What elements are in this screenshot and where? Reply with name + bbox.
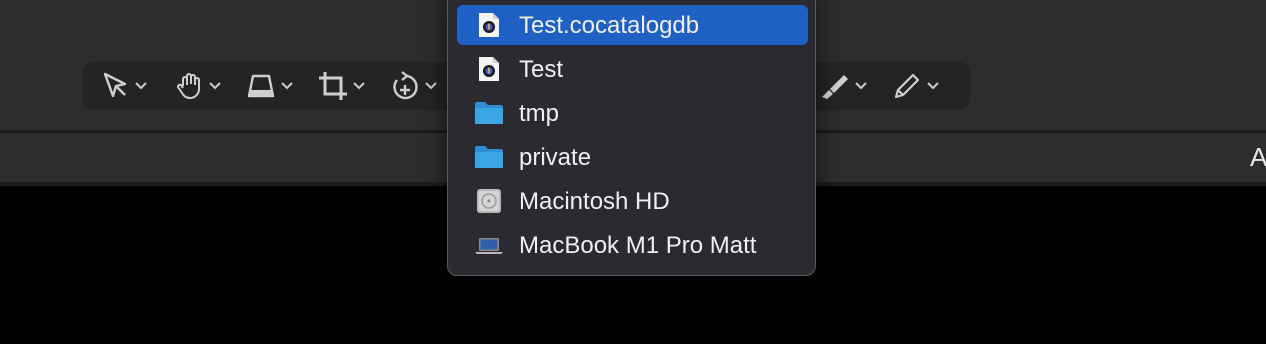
- rotate-plus-icon: [389, 70, 421, 102]
- select-tool-button[interactable]: [101, 62, 147, 110]
- pen-tool-button[interactable]: [891, 62, 939, 110]
- brush-tool-button[interactable]: [819, 62, 867, 110]
- chevron-down-icon: [425, 82, 437, 90]
- hard-drive-icon: [474, 188, 504, 214]
- cursor-arrow-icon: [101, 71, 131, 101]
- folder-icon: [474, 144, 504, 170]
- pan-tool-button[interactable]: [175, 62, 221, 110]
- keystone-icon: [245, 71, 277, 101]
- menu-item-label: Macintosh HD: [519, 188, 670, 215]
- menu-item-macintosh-hd[interactable]: Macintosh HD: [457, 181, 808, 221]
- catalog-file-icon: [474, 56, 504, 82]
- pencil-icon: [891, 71, 923, 101]
- catalog-file-icon: [474, 12, 504, 38]
- menu-item-test-cocatalogdb[interactable]: Test.cocatalogdb: [457, 5, 808, 45]
- chevron-down-icon: [209, 82, 221, 90]
- hand-icon: [175, 71, 205, 101]
- chevron-down-icon: [927, 82, 939, 90]
- perspective-tool-button[interactable]: [245, 62, 293, 110]
- brush-icon: [819, 71, 851, 101]
- menu-item-label: MacBook M1 Pro Matt: [519, 232, 757, 259]
- menu-item-tmp[interactable]: tmp: [457, 93, 808, 133]
- crop-icon: [317, 70, 349, 102]
- menu-item-test[interactable]: Test: [457, 49, 808, 89]
- menu-item-label: Test.cocatalogdb: [519, 12, 700, 39]
- subbar-trailing-text: A: [1250, 142, 1266, 172]
- menu-item-label: private: [519, 144, 592, 171]
- menu-item-label: tmp: [519, 100, 560, 127]
- menu-item-private[interactable]: private: [457, 137, 808, 177]
- rotate-tool-button[interactable]: [389, 62, 437, 110]
- menu-item-label: Test: [519, 56, 564, 83]
- chevron-down-icon: [281, 82, 293, 90]
- menu-item-macbook[interactable]: MacBook M1 Pro Matt: [457, 225, 808, 265]
- path-popup-menu: Test.cocatalogdb Test tmp private Macint…: [447, 0, 816, 276]
- chevron-down-icon: [135, 82, 147, 90]
- chevron-down-icon: [353, 82, 365, 90]
- folder-icon: [474, 100, 504, 126]
- crop-tool-button[interactable]: [317, 62, 365, 110]
- chevron-down-icon: [855, 82, 867, 90]
- laptop-icon: [474, 232, 504, 258]
